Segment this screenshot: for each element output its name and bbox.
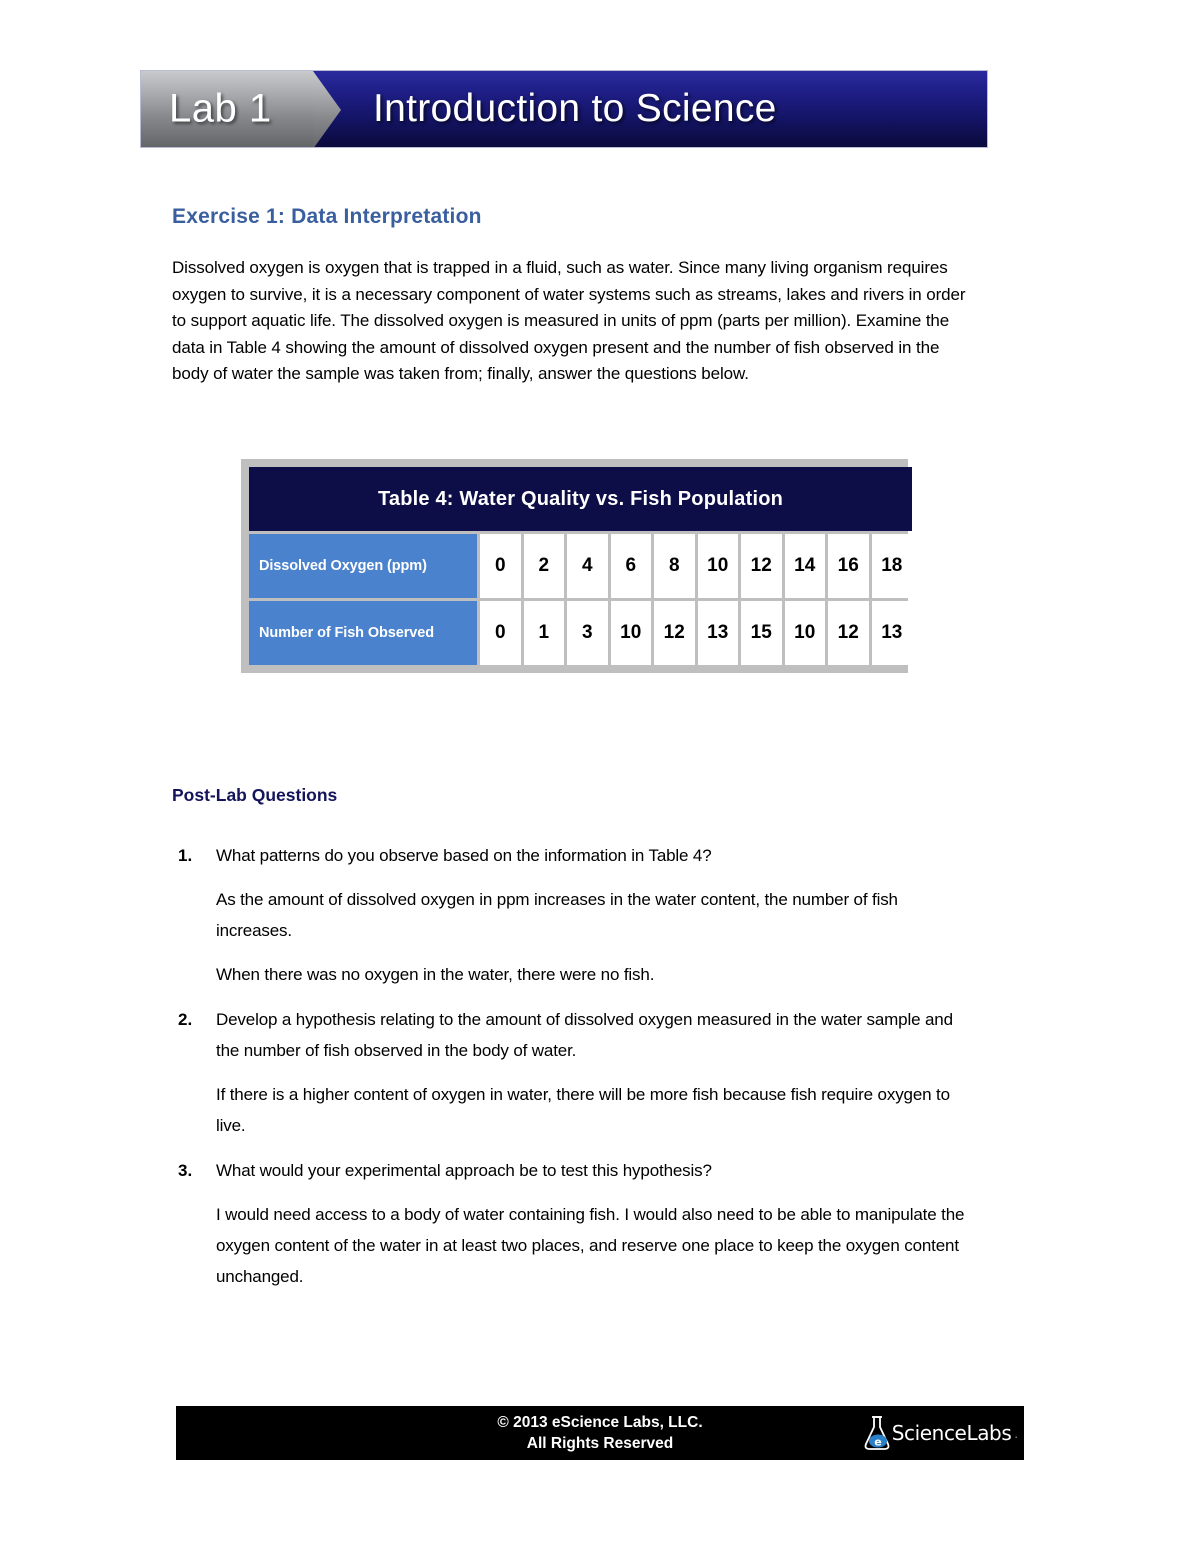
post-lab-heading: Post-Lab Questions — [172, 785, 338, 805]
table-row: Dissolved Oxygen (ppm) 0 2 4 6 8 10 12 1… — [249, 534, 913, 598]
answer-text: I would need access to a body of water c… — [216, 1205, 965, 1286]
page-footer: © 2013 eScience Labs, LLC. All Rights Re… — [176, 1406, 1024, 1460]
cell-oxygen-1: 2 — [523, 534, 564, 598]
escience-labs-logo: e ScienceLabs . — [862, 1413, 1018, 1453]
post-lab-questions-section: Post-Lab Questions 1. What patterns do y… — [172, 785, 972, 1292]
exercise-section: Exercise 1: Data Interpretation Dissolve… — [172, 205, 972, 388]
row-label-dissolved-oxygen: Dissolved Oxygen (ppm) — [249, 534, 477, 598]
table-title-row: Table 4: Water Quality vs. Fish Populati… — [249, 467, 913, 531]
question-text: What would your experimental approach be… — [216, 1161, 712, 1180]
cell-fish-5: 13 — [697, 601, 738, 665]
table-row: Number of Fish Observed 0 1 3 10 12 13 1… — [249, 601, 913, 665]
row-label-fish-observed: Number of Fish Observed — [249, 601, 477, 665]
answer-text: When there was no oxygen in the water, t… — [216, 965, 655, 984]
banner-chevron-icon — [313, 71, 341, 147]
answer-text: As the amount of dissolved oxygen in ppm… — [216, 890, 898, 940]
table-title: Table 4: Water Quality vs. Fish Populati… — [249, 467, 913, 531]
cell-oxygen-7: 14 — [784, 534, 825, 598]
svg-text:e: e — [874, 1436, 881, 1449]
cell-oxygen-3: 6 — [610, 534, 651, 598]
question-number: 2. — [178, 1010, 193, 1029]
question-item: 1. What patterns do you observe based on… — [172, 840, 972, 990]
question-item: 2. Develop a hypothesis relating to the … — [172, 1004, 972, 1141]
cell-fish-8: 12 — [828, 601, 869, 665]
cell-oxygen-6: 12 — [741, 534, 782, 598]
question-number: 3. — [178, 1161, 193, 1180]
question-text: Develop a hypothesis relating to the amo… — [216, 1010, 953, 1060]
cell-fish-4: 12 — [654, 601, 695, 665]
question-number: 1. — [178, 846, 193, 865]
cell-fish-6: 15 — [741, 601, 782, 665]
cell-fish-3: 10 — [610, 601, 651, 665]
logo-wordmark: ScienceLabs — [891, 1421, 1012, 1445]
cell-oxygen-0: 0 — [480, 534, 521, 598]
lab-number-label: Lab 1 — [169, 86, 272, 131]
cell-oxygen-2: 4 — [567, 534, 608, 598]
logo-suffix: . — [1014, 1425, 1018, 1441]
cell-fish-9: 13 — [871, 601, 913, 665]
lab-header-banner: Lab 1 Introduction to Science — [140, 70, 988, 148]
water-quality-table: Table 4: Water Quality vs. Fish Populati… — [241, 459, 913, 673]
cell-oxygen-8: 16 — [828, 534, 869, 598]
answer-text: If there is a higher content of oxygen i… — [216, 1085, 950, 1135]
question-item: 3. What would your experimental approach… — [172, 1155, 972, 1292]
flask-icon: e — [864, 1416, 890, 1450]
intro-paragraph: Dissolved oxygen is oxygen that is trapp… — [172, 258, 966, 383]
cell-oxygen-4: 8 — [654, 534, 695, 598]
page-title: Exercise 1: Data Interpretation — [172, 205, 482, 228]
cell-fish-0: 0 — [480, 601, 521, 665]
lab-title: Introduction to Science — [373, 87, 777, 130]
cell-fish-2: 3 — [567, 601, 608, 665]
question-text: What patterns do you observe based on th… — [216, 846, 712, 865]
cell-oxygen-5: 10 — [697, 534, 738, 598]
cell-oxygen-9: 18 — [871, 534, 913, 598]
cell-fish-1: 1 — [523, 601, 564, 665]
cell-fish-7: 10 — [784, 601, 825, 665]
